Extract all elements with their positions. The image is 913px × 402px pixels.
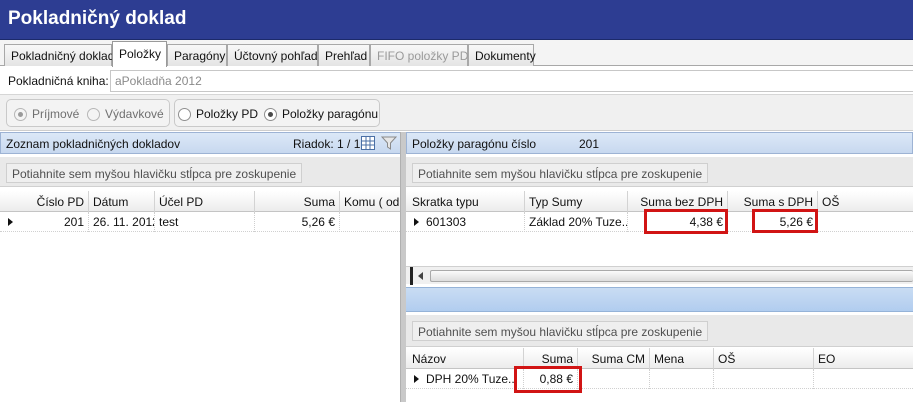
col-mena[interactable]: Mena (650, 348, 714, 369)
cell-suma-cm (578, 369, 650, 389)
left-group-panel[interactable]: Potiahnite sem myšou hlavičku stĺpca pre… (0, 157, 400, 187)
direction-group: Príjmové Výdavkové (6, 99, 170, 127)
tab-dokumenty[interactable]: Dokumenty (468, 44, 536, 66)
left-panel-header: Zoznam pokladničných dokladov Riadok: 1 … (0, 132, 401, 154)
highlight-dph-suma (514, 366, 582, 393)
scrollbar-thumb[interactable] (430, 270, 913, 282)
tab-pokladnicny-doklad[interactable]: Pokladničný doklad (4, 44, 114, 66)
highlight-suma-bez-dph (644, 209, 728, 234)
scroll-left-icon[interactable] (418, 272, 423, 280)
row-pointer-icon (414, 375, 419, 383)
col-eo[interactable]: EO (814, 348, 913, 369)
cell-bottom-os (714, 369, 814, 389)
bottom-group-panel[interactable]: Potiahnite sem myšou hlavičku stĺpca pre… (406, 315, 913, 347)
cell-skratka-typu: 601303 (422, 212, 525, 232)
right-group-hint: Potiahnite sem myšou hlavičku stĺpca pre… (412, 163, 709, 183)
col-os[interactable]: OŠ (818, 191, 913, 212)
cell-os (818, 212, 913, 232)
tab-prehlad[interactable]: Prehľad (318, 44, 370, 66)
radio-polozky-paragonu[interactable]: Položky paragónu (264, 107, 378, 121)
tab-polozky[interactable]: Položky (112, 41, 167, 67)
cell-mena (650, 369, 714, 389)
cell-datum: 26. 11. 2012 (89, 212, 155, 232)
row-pointer-icon (414, 218, 419, 226)
right-panel-title: Položky paragónu číslo (412, 137, 537, 151)
right-group-panel[interactable]: Potiahnite sem myšou hlavičku stĺpca pre… (406, 157, 913, 187)
grid-icon[interactable] (361, 136, 375, 153)
cell-cislo-pd: 201 (22, 212, 89, 232)
horizontal-splitter[interactable] (406, 287, 913, 312)
row-pointer-icon (8, 218, 13, 226)
tab-fifo-polozky: FIFO položky PD (370, 44, 468, 66)
filter-row: Príjmové Výdavkové Položky PD Položky pa… (0, 95, 913, 131)
col-skratka-typu[interactable]: Skratka typu (408, 191, 525, 212)
window-title: Pokladničný doklad (0, 0, 913, 40)
left-group-hint: Potiahnite sem myšou hlavičku stĺpca pre… (6, 163, 303, 183)
highlight-suma-s-dph (752, 209, 818, 233)
radio-vydavkove-indicator (87, 107, 100, 121)
col-suma[interactable]: Suma (255, 191, 340, 212)
col-ucel-pd[interactable]: Účel PD (155, 191, 255, 212)
col-typ-sumy[interactable]: Typ Sumy (525, 191, 628, 212)
filter-icon[interactable] (380, 136, 398, 153)
right-panel-header: Položky paragónu číslo 201 (406, 132, 913, 154)
cash-book-field[interactable]: aPokladňa 2012 (110, 70, 913, 92)
cell-ucel-pd: test (155, 212, 255, 232)
radio-polozky-pd[interactable]: Položky PD (178, 107, 258, 121)
item-type-group: Položky PD Položky paragónu (174, 99, 380, 127)
radio-vydavkove[interactable]: Výdavkové (87, 107, 164, 121)
cell-typ-sumy: Základ 20% Tuze... (525, 212, 628, 232)
tab-uctovny-pohlad[interactable]: Účtovný pohľad (227, 44, 318, 66)
radio-vydavkove-label: Výdavkové (105, 107, 164, 121)
radio-prijmove-label: Príjmové (32, 107, 80, 121)
cell-eo (814, 369, 913, 389)
bottom-group-hint: Potiahnite sem myšou hlavičku stĺpca pre… (412, 321, 709, 341)
radio-polozky-paragonu-indicator (264, 107, 277, 121)
col-suma-cm[interactable]: Suma CM (578, 348, 650, 369)
row-indicator: Riadok: 1 / 1 (293, 137, 361, 151)
tab-strip: Pokladničný doklad Položky Paragóny Účto… (0, 40, 913, 67)
tab-paragony[interactable]: Paragóny (167, 44, 227, 66)
radio-polozky-pd-label: Položky PD (196, 107, 259, 121)
col-datum[interactable]: Dátum (89, 191, 155, 212)
cash-book-row: Pokladničná kniha: aPokladňa 2012 (0, 67, 913, 95)
cell-komu (340, 212, 400, 232)
left-grid-header: Číslo PD Dátum Účel PD Suma Komu ( od ) (0, 191, 400, 212)
radio-polozky-pd-indicator (178, 107, 191, 121)
receipt-number: 201 (579, 137, 600, 151)
left-panel-title: Zoznam pokladničných dokladov (6, 137, 181, 151)
scroll-start-marker (410, 267, 413, 285)
radio-polozky-paragonu-label: Položky paragónu (282, 107, 379, 121)
table-row[interactable]: 201 26. 11. 2012 test 5,26 € (0, 212, 400, 232)
col-cislo-pd[interactable]: Číslo PD (22, 191, 89, 212)
bottom-grid-header: Názov Suma Suma CM Mena OŠ EO (406, 348, 913, 369)
col-nazov[interactable]: Názov (408, 348, 524, 369)
col-bottom-os[interactable]: OŠ (714, 348, 814, 369)
cash-book-label: Pokladničná kniha: (8, 74, 109, 88)
cell-suma: 5,26 € (255, 212, 340, 232)
radio-prijmove-indicator (14, 107, 27, 121)
table-row[interactable]: DPH 20% Tuze... 0,88 € (406, 369, 913, 389)
horizontal-scrollbar[interactable] (406, 266, 913, 285)
cell-nazov: DPH 20% Tuze... (422, 369, 524, 389)
col-komu[interactable]: Komu ( od ) (340, 191, 400, 212)
radio-prijmove[interactable]: Príjmové (14, 107, 79, 121)
